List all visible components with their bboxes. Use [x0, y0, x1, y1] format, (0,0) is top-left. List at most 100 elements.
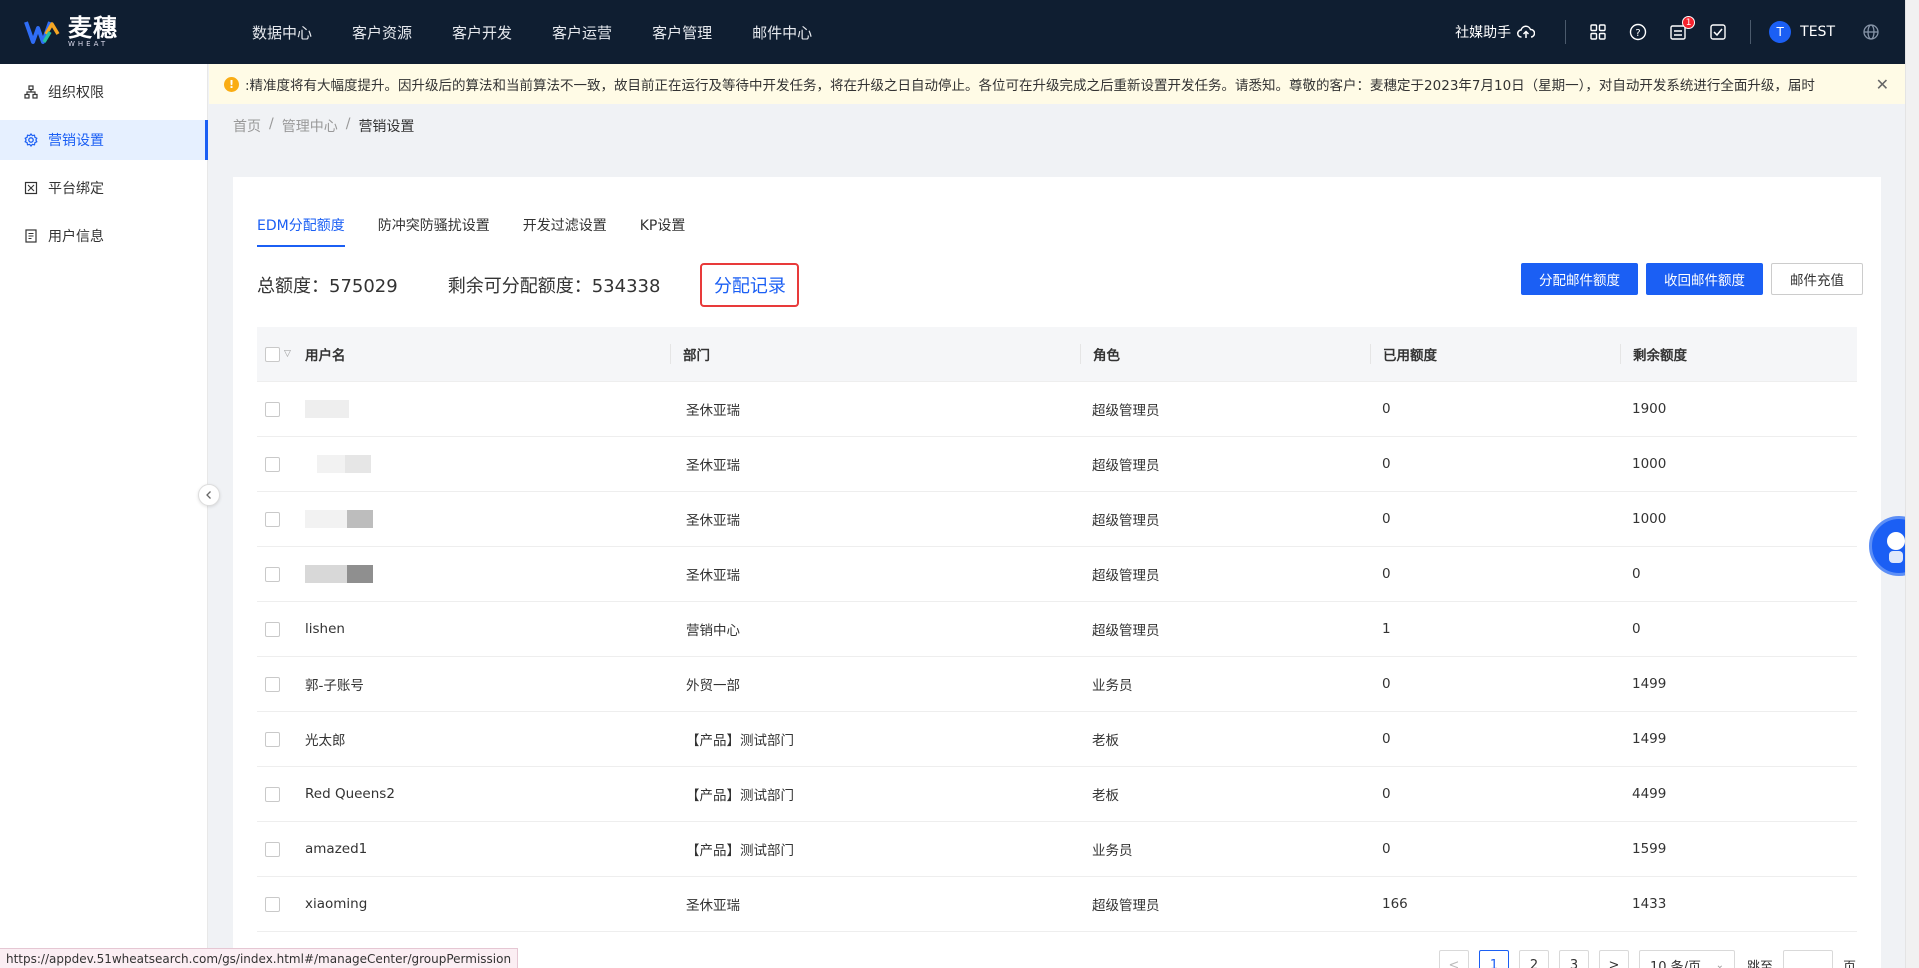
action-buttons: 分配邮件额度 收回邮件额度 邮件充值: [1513, 263, 1863, 295]
row-checkbox[interactable]: [265, 731, 280, 747]
user-info-icon: [24, 229, 38, 243]
redacted-username: [347, 510, 373, 528]
cell-remain: 1900: [1632, 401, 1667, 417]
globe-icon[interactable]: [1860, 21, 1882, 43]
cell-username: xiaoming: [305, 896, 368, 912]
nav-item-data-center[interactable]: 数据中心: [252, 22, 312, 43]
row-checkbox[interactable]: [265, 401, 280, 417]
tab-kp-settings[interactable]: KP设置: [640, 215, 686, 247]
sidebar-collapse-button[interactable]: [198, 484, 220, 506]
sidebar-item-platform-binding[interactable]: 平台绑定: [0, 168, 207, 208]
row-checkbox[interactable]: [265, 566, 280, 582]
cell-used: 0: [1382, 676, 1391, 692]
cell-used: 0: [1382, 566, 1391, 582]
todo-list-icon[interactable]: 1: [1667, 16, 1696, 43]
table-row[interactable]: lishen 营销中心 超级管理员 1 0: [257, 602, 1857, 657]
cell-username: 郭-子账号: [305, 678, 364, 694]
row-checkbox[interactable]: [265, 621, 280, 637]
cell-department: 营销中心: [686, 623, 740, 639]
cell-used: 0: [1382, 511, 1391, 527]
cell-remain: 4499: [1632, 786, 1667, 802]
reclaim-quota-button[interactable]: 收回邮件额度: [1646, 263, 1763, 295]
cell-role: 超级管理员: [1092, 568, 1160, 584]
breadcrumb-management-center[interactable]: 管理中心: [282, 116, 338, 136]
tab-anti-conflict[interactable]: 防冲突防骚扰设置: [378, 215, 490, 247]
breadcrumb-home[interactable]: 首页: [233, 116, 261, 136]
table-row[interactable]: 圣休亚瑞 超级管理员 0 0: [257, 547, 1857, 602]
breadcrumb-separator: /: [269, 116, 274, 132]
cell-department: 圣休亚瑞: [686, 568, 740, 584]
breadcrumb-separator: /: [345, 116, 351, 132]
table-row[interactable]: 光太郎 【产品】测试部门 老板 0 1499: [257, 712, 1857, 767]
row-checkbox[interactable]: [265, 511, 280, 527]
tab-edm-quota[interactable]: EDM分配额度: [257, 215, 345, 247]
cell-username: amazed1: [305, 841, 368, 857]
row-checkbox[interactable]: [265, 896, 280, 912]
user-name: TEST: [1800, 24, 1835, 40]
select-all-checkbox[interactable]: [265, 346, 280, 362]
table-row[interactable]: Red Queens2 【产品】测试部门 老板 0 4499: [257, 767, 1857, 822]
table-row[interactable]: 圣休亚瑞 超级管理员 0 1000: [257, 437, 1857, 492]
page-1-button[interactable]: 1: [1479, 950, 1509, 968]
wheat-logo-icon: [24, 21, 60, 44]
redacted-username: [345, 455, 371, 473]
notice-banner: ! :精准度将有大幅度提升。因升级后的算法和当前算法不一致，故目前正在运行及等待…: [209, 64, 1905, 104]
redacted-username: [305, 565, 347, 583]
allocate-quota-button[interactable]: 分配邮件额度: [1521, 263, 1638, 295]
cell-username: Red Queens2: [305, 786, 395, 802]
nav-item-customer-operation[interactable]: 客户运营: [552, 22, 612, 43]
nav-item-customer-management[interactable]: 客户管理: [652, 22, 712, 43]
table-row[interactable]: 圣休亚瑞 超级管理员 0 1000: [257, 492, 1857, 547]
sidebar-item-marketing-settings[interactable]: 营销设置: [0, 120, 208, 160]
prev-page-button[interactable]: <: [1439, 950, 1469, 968]
social-assistant-button[interactable]: 社媒助手: [1455, 22, 1536, 42]
nav-item-customer-resource[interactable]: 客户资源: [352, 22, 412, 43]
sidebar-item-org-permission[interactable]: 组织权限: [0, 72, 207, 112]
jump-page-input[interactable]: [1783, 950, 1834, 968]
col-role: 角色: [1080, 344, 1370, 364]
page-3-button[interactable]: 3: [1559, 950, 1589, 968]
table-row[interactable]: 郭-子账号 外贸一部 业务员 0 1499: [257, 657, 1857, 712]
table-row[interactable]: amazed1 【产品】测试部门 业务员 0 1599: [257, 822, 1857, 877]
row-checkbox[interactable]: [265, 676, 280, 692]
help-icon[interactable]: ?: [1627, 21, 1649, 43]
notification-badge: 1: [1682, 16, 1696, 29]
cell-remain: 1499: [1632, 731, 1667, 747]
task-check-icon[interactable]: [1707, 21, 1729, 43]
page-scrollbar[interactable]: [1905, 0, 1919, 968]
cell-role: 超级管理员: [1092, 458, 1160, 474]
cell-username: [305, 400, 670, 418]
cell-role: 老板: [1092, 733, 1119, 749]
divider: [1750, 20, 1752, 44]
table-row[interactable]: xiaoming 圣休亚瑞 超级管理员 166 1433: [257, 877, 1857, 932]
mail-recharge-button[interactable]: 邮件充值: [1771, 263, 1863, 295]
table-row[interactable]: 圣休亚瑞 超级管理员 0 1900: [257, 382, 1857, 437]
page-2-button[interactable]: 2: [1519, 950, 1549, 968]
next-page-button[interactable]: >: [1599, 950, 1629, 968]
chevron-down-icon[interactable]: ▽: [284, 349, 291, 359]
cell-username: [305, 455, 670, 473]
nav-item-customer-development[interactable]: 客户开发: [452, 22, 512, 43]
cell-used: 1: [1382, 621, 1391, 637]
close-icon[interactable]: ✕: [1876, 75, 1889, 94]
cell-department: 圣休亚瑞: [686, 898, 740, 914]
row-checkbox[interactable]: [265, 841, 280, 857]
cell-department: 圣休亚瑞: [686, 458, 740, 474]
sidebar-item-label: 用户信息: [48, 229, 104, 245]
user-menu[interactable]: T TEST: [1769, 21, 1851, 43]
row-checkbox[interactable]: [265, 456, 280, 472]
cell-department: 【产品】测试部门: [686, 733, 794, 749]
main-card: EDM分配额度 防冲突防骚扰设置 开发过滤设置 KP设置 总额度：575029 …: [233, 177, 1881, 968]
tab-bar: EDM分配额度 防冲突防骚扰设置 开发过滤设置 KP设置: [257, 215, 718, 247]
row-checkbox[interactable]: [265, 786, 280, 802]
cell-role: 老板: [1092, 788, 1119, 804]
nav-item-mail-center[interactable]: 邮件中心: [752, 22, 812, 43]
allocation-record-link[interactable]: 分配记录: [700, 263, 800, 307]
apps-grid-icon[interactable]: [1587, 21, 1609, 43]
tab-dev-filter[interactable]: 开发过滤设置: [523, 215, 607, 247]
sidebar-item-label: 平台绑定: [48, 181, 104, 197]
app-logo[interactable]: 麦穗 WHEAT: [24, 0, 229, 64]
sidebar-item-user-info[interactable]: 用户信息: [0, 216, 207, 256]
divider: [1565, 20, 1567, 44]
page-size-select[interactable]: 10 条/页 ⌄: [1639, 950, 1735, 968]
